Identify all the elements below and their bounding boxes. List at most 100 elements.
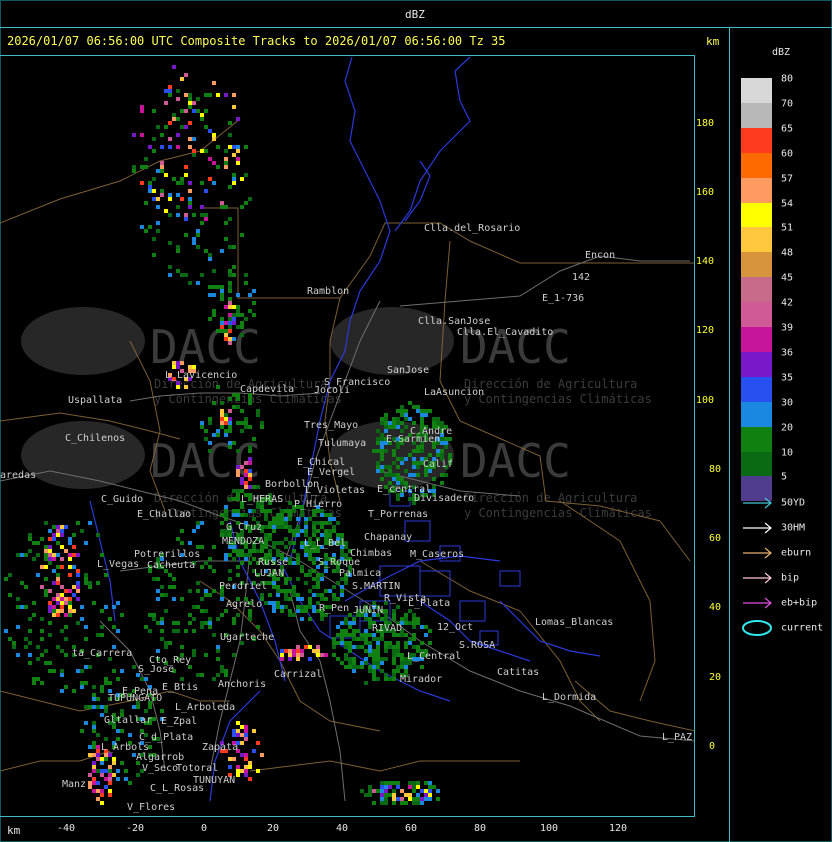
echo-pixel — [348, 657, 352, 661]
echo-pixel — [84, 637, 88, 641]
echo-pixel — [236, 145, 240, 149]
echo-pixel — [296, 557, 300, 561]
echo-pixel — [248, 445, 252, 449]
echo-pixel — [416, 461, 420, 465]
echo-pixel — [240, 429, 244, 433]
echo-pixel — [200, 205, 204, 209]
echo-pixel — [212, 569, 216, 573]
echo-pixel — [196, 581, 200, 585]
echo-pixel — [424, 625, 428, 629]
echo-pixel — [152, 197, 156, 201]
echo-pixel — [96, 533, 100, 537]
echo-pixel — [88, 585, 92, 589]
echo-pixel — [300, 609, 304, 613]
echo-pixel — [168, 641, 172, 645]
place-label: JUNIN — [353, 605, 383, 616]
place-label: Jocoli — [314, 385, 350, 396]
echo-pixel — [144, 201, 148, 205]
echo-pixel — [384, 609, 388, 613]
echo-pixel — [4, 577, 8, 581]
echo-pixel — [300, 529, 304, 533]
echo-pixel — [412, 617, 416, 621]
echo-pixel — [176, 385, 180, 389]
echo-pixel — [236, 117, 240, 121]
echo-pixel — [304, 573, 308, 577]
echo-pixel — [424, 633, 428, 637]
echo-pixel — [188, 97, 192, 101]
echo-pixel — [228, 269, 232, 273]
echo-pixel — [88, 753, 92, 757]
echo-pixel — [312, 649, 316, 653]
echo-pixel — [420, 417, 424, 421]
echo-pixel — [232, 557, 236, 561]
echo-pixel — [112, 669, 116, 673]
place-label: G_Cruz — [226, 522, 262, 533]
echo-pixel — [52, 525, 56, 529]
watermark-line1: Dirección de Agricultura — [464, 377, 637, 391]
echo-pixel — [412, 473, 416, 477]
echo-pixel — [208, 421, 212, 425]
echo-pixel — [416, 445, 420, 449]
echo-pixel — [236, 305, 240, 309]
echo-pixel — [256, 409, 260, 413]
echo-pixel — [152, 177, 156, 181]
echo-pixel — [192, 101, 196, 105]
echo-pixel — [388, 781, 392, 785]
echo-pixel — [188, 613, 192, 617]
echo-pixel — [312, 529, 316, 533]
place-label: aredas — [0, 470, 36, 481]
echo-pixel — [212, 677, 216, 681]
echo-pixel — [232, 653, 236, 657]
place-label: Clla.del_Rosario — [424, 223, 520, 234]
echo-pixel — [412, 633, 416, 637]
echo-pixel — [68, 609, 72, 613]
echo-pixel — [52, 553, 56, 557]
echo-pixel — [340, 593, 344, 597]
echo-pixel — [228, 325, 232, 329]
echo-pixel — [156, 597, 160, 601]
map-panel[interactable]: DACC Dirección de Agricultura y Contingenc… — [0, 55, 695, 817]
echo-pixel — [68, 557, 72, 561]
echo-pixel — [244, 737, 248, 741]
echo-pixel — [356, 637, 360, 641]
echo-pixel — [324, 569, 328, 573]
echo-pixel — [236, 473, 240, 477]
echo-pixel — [228, 301, 232, 305]
place-label: L_Plata — [408, 598, 450, 609]
x-tick-label: 60 — [404, 823, 418, 834]
place-label: Palmica — [339, 568, 381, 579]
echo-pixel — [156, 169, 160, 173]
echo-pixel — [308, 549, 312, 553]
echo-pixel — [96, 745, 100, 749]
echo-pixel — [308, 573, 312, 577]
echo-pixel — [28, 533, 32, 537]
echo-pixel — [392, 453, 396, 457]
echo-pixel — [396, 409, 400, 413]
echo-pixel — [72, 609, 76, 613]
echo-pixel — [444, 445, 448, 449]
echo-pixel — [204, 249, 208, 253]
echo-pixel — [212, 269, 216, 273]
echo-pixel — [220, 205, 224, 209]
echo-pixel — [284, 537, 288, 541]
place-label: E_Challao — [137, 509, 191, 520]
echo-pixel — [36, 553, 40, 557]
echo-pixel — [312, 513, 316, 517]
echo-pixel — [200, 149, 204, 153]
echo-pixel — [60, 649, 64, 653]
echo-pixel — [48, 633, 52, 637]
echo-pixel — [400, 457, 404, 461]
echo-pixel — [188, 621, 192, 625]
echo-pixel — [96, 581, 100, 585]
echo-pixel — [412, 613, 416, 617]
echo-pixel — [224, 673, 228, 677]
echo-pixel — [268, 581, 272, 585]
echo-pixel — [28, 549, 32, 553]
echo-pixel — [192, 653, 196, 657]
echo-pixel — [100, 689, 104, 693]
echo-pixel — [64, 637, 68, 641]
echo-pixel — [64, 685, 68, 689]
echo-pixel — [424, 409, 428, 413]
echo-pixel — [380, 781, 384, 785]
echo-pixel — [208, 293, 212, 297]
